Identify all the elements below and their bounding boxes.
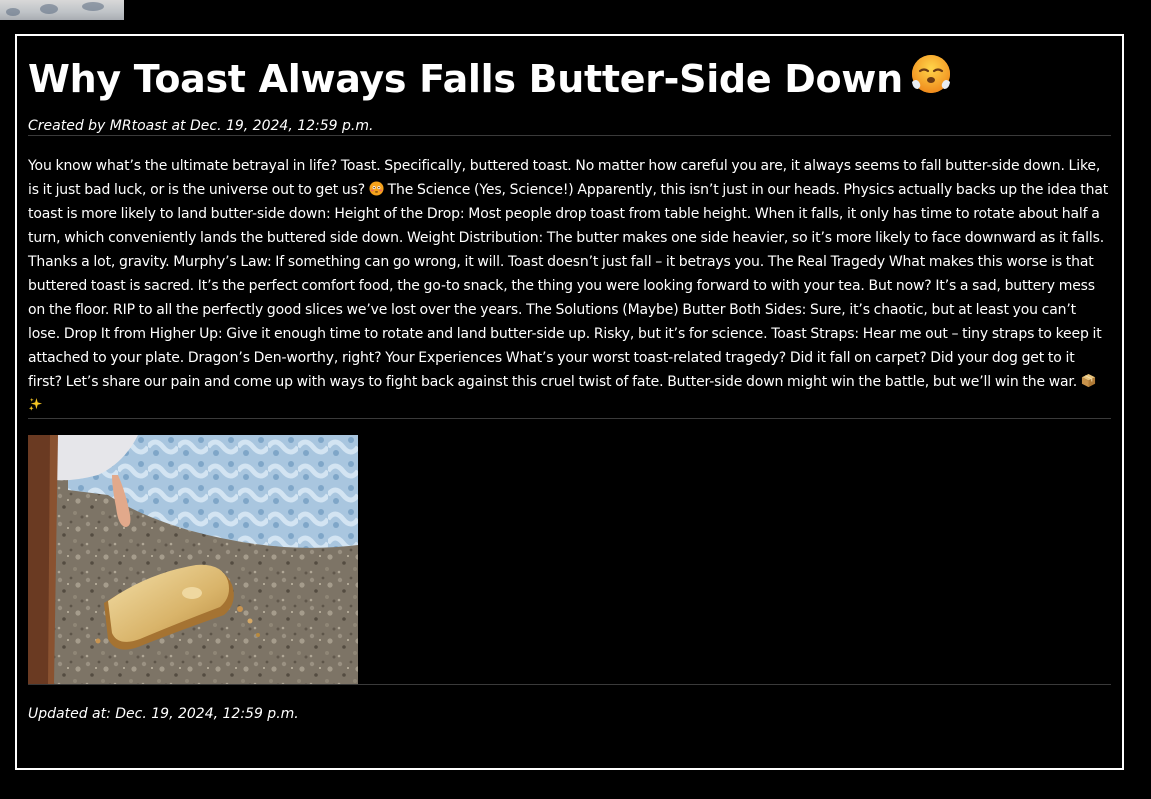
post-updated-timestamp: Updated at: Dec. 19, 2024, 12:59 p.m. <box>28 706 299 722</box>
flushed-face-emoji-icon <box>369 180 384 196</box>
sparkles-emoji-icon <box>28 396 43 411</box>
post-card: Why Toast Always Falls Butter-Side Down … <box>15 34 1124 770</box>
post-body: You know what’s the ultimate betrayal in… <box>28 154 1111 418</box>
divider <box>28 418 1111 419</box>
site-logo-thumbnail[interactable] <box>0 0 124 20</box>
post-byline: Created by MRtoast at Dec. 19, 2024, 12:… <box>28 118 374 134</box>
post-title-text: Why Toast Always Falls Butter-Side Down <box>28 57 903 101</box>
post-body-part2: The Science (Yes, Science!) Apparently, … <box>28 182 1109 390</box>
post-title: Why Toast Always Falls Butter-Side Down <box>28 52 1111 105</box>
post-image-toast-on-floor <box>28 435 358 684</box>
package-emoji-icon <box>1081 372 1096 388</box>
divider <box>28 684 1111 685</box>
divider <box>28 135 1111 136</box>
face-with-steam-emoji-icon <box>909 52 953 105</box>
